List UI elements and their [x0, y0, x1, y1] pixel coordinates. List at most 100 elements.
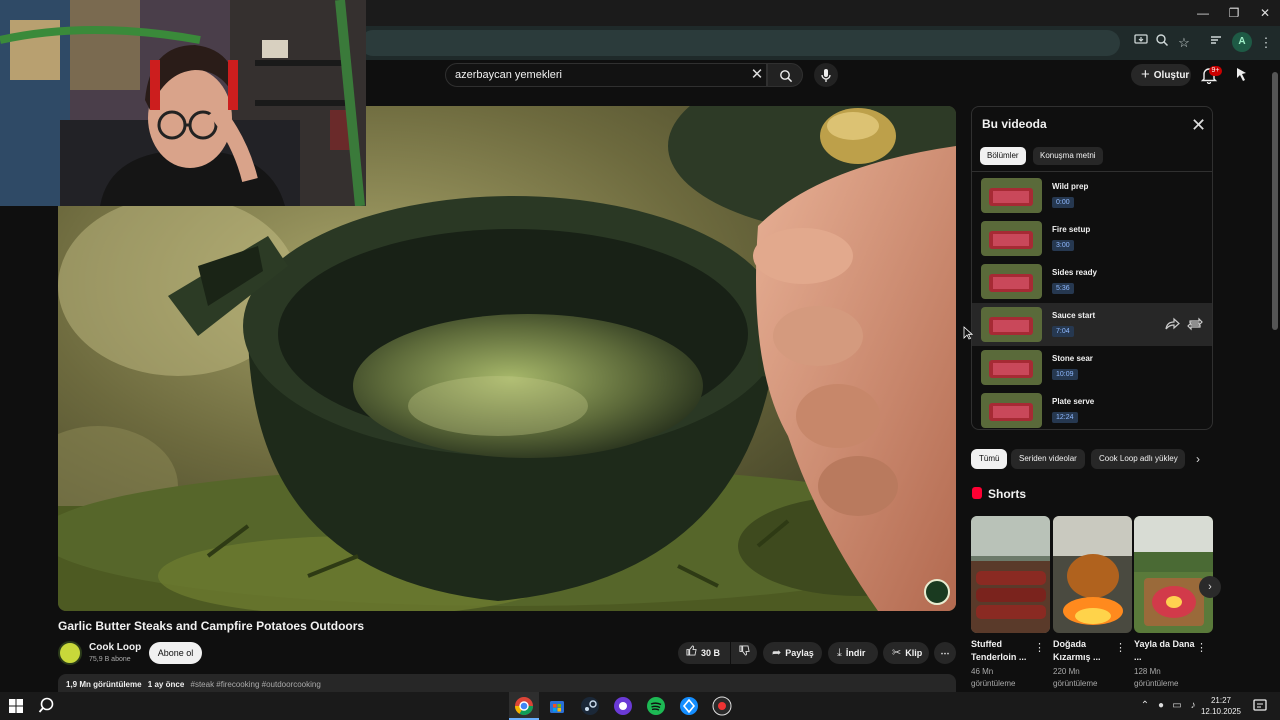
tray-microphone-icon[interactable]: ● — [1155, 700, 1167, 712]
channel-avatar[interactable] — [58, 641, 82, 665]
short-more-icon[interactable]: ⋮ — [1034, 642, 1045, 654]
description-box[interactable]: 1,9 Mn görüntüleme 1 ay önce #steak #fir… — [58, 674, 956, 694]
battlenet-icon[interactable] — [679, 696, 699, 716]
notification-center-icon[interactable] — [1252, 698, 1268, 714]
channel-watermark-icon[interactable] — [924, 579, 950, 605]
mouse-cursor-icon — [963, 326, 973, 340]
bookmark-star-icon[interactable]: ☆ — [1174, 33, 1194, 53]
dislike-button[interactable] — [731, 642, 757, 664]
tray-network-icon[interactable]: ▭ — [1171, 700, 1183, 712]
install-app-icon[interactable] — [1131, 33, 1151, 53]
short-thumbnail[interactable] — [971, 516, 1050, 633]
short-views: 220 Mn görüntüleme — [1053, 667, 1098, 688]
share-chapter-icon[interactable] — [1164, 317, 1180, 331]
short-title[interactable]: Yayla da Dana ... — [1134, 638, 1196, 664]
more-icon: ⋯ — [940, 648, 950, 658]
taskbar-search-icon[interactable] — [38, 696, 58, 716]
restore-button[interactable]: ❐ — [1219, 3, 1249, 23]
share-button[interactable]: ➦ Paylaş — [763, 642, 822, 664]
chevron-right-icon[interactable]: › — [1190, 449, 1206, 469]
chapter-timestamp[interactable]: 3:00 — [1052, 240, 1074, 251]
scrollbar-thumb[interactable] — [1272, 72, 1278, 330]
short-title[interactable]: Stuffed Tenderloin ... — [971, 638, 1033, 664]
chapter-thumbnail — [981, 393, 1042, 428]
chapter-timestamp[interactable]: 10:09 — [1052, 369, 1078, 380]
thumbs-up-icon — [686, 642, 697, 664]
chapter-item[interactable]: Wild prep 0:00 — [972, 174, 1212, 217]
chapter-title: Fire setup — [1052, 225, 1091, 234]
chapter-title: Sides ready — [1052, 268, 1097, 277]
account-icon[interactable] — [1234, 66, 1250, 82]
chapter-thumbnail — [981, 221, 1042, 256]
chapter-timestamp[interactable]: 5:36 — [1052, 283, 1074, 294]
chip-all[interactable]: Tümü — [971, 449, 1008, 469]
short-thumbnail[interactable] — [1053, 516, 1132, 633]
short-title[interactable]: Doğada Kızarmış ... — [1053, 638, 1115, 664]
address-bar[interactable] — [360, 30, 1120, 56]
chip-series[interactable]: Seriden videolar — [1011, 449, 1085, 469]
thumbs-down-icon — [738, 642, 750, 664]
hashtags[interactable]: #steak #firecooking #outdoorcooking — [191, 680, 321, 689]
chrome-icon[interactable] — [514, 696, 534, 716]
minimize-button[interactable]: — — [1188, 3, 1218, 23]
clear-search-icon[interactable]: ✕ — [748, 65, 766, 85]
scissors-icon: ✂ — [892, 647, 902, 659]
chapters-panel: Bu videoda ✕ Bölümler Konuşma metni Wild… — [971, 106, 1213, 430]
like-count: 30 B — [701, 648, 721, 658]
subscribe-button[interactable]: Abone ol — [149, 642, 202, 664]
taskbar — [0, 692, 1280, 720]
browser-menu-icon[interactable]: ⋮ — [1256, 33, 1276, 53]
share-label: Paylaş — [785, 648, 814, 658]
chapter-thumbnail — [981, 178, 1042, 213]
chapter-title: Stone sear — [1052, 354, 1093, 363]
loop-chapter-icon[interactable] — [1187, 317, 1203, 331]
close-panel-icon[interactable]: ✕ — [1191, 116, 1206, 134]
tray-overflow-icon[interactable]: ⌃ — [1139, 700, 1151, 712]
screen: — ❐ ✕ ☆ ⋮ A azerbaycan yemekleri ✕ + Oluş… — [0, 0, 1280, 720]
short-more-icon[interactable]: ⋮ — [1115, 642, 1126, 654]
microsoft-store-icon[interactable] — [547, 696, 567, 716]
channel-name[interactable]: Cook Loop — [89, 642, 141, 653]
download-button[interactable]: ⤓ İndir — [828, 642, 878, 664]
chapter-timestamp[interactable]: 0:00 — [1052, 197, 1074, 208]
clock-date: 12.10.2025 — [1200, 707, 1242, 716]
search-input[interactable]: azerbaycan yemekleri — [445, 63, 767, 87]
chapter-item[interactable]: Plate serve 12:24 — [972, 389, 1212, 429]
voice-search-button[interactable] — [814, 63, 838, 87]
short-views: 46 Mn görüntüleme — [971, 667, 1016, 688]
chip-channel-uploads[interactable]: Cook Loop adlı yükley — [1091, 449, 1185, 469]
spotify-icon[interactable] — [646, 696, 666, 716]
short-thumbnail[interactable] — [1134, 516, 1213, 633]
chapter-item[interactable]: Fire setup 3:00 — [972, 217, 1212, 260]
recording-app-icon[interactable] — [712, 696, 732, 716]
steam-icon[interactable] — [580, 696, 600, 716]
search-icon — [780, 70, 793, 83]
tab-chapters[interactable]: Bölümler — [980, 147, 1026, 165]
chapter-thumbnail — [981, 350, 1042, 385]
windows-start-icon[interactable] — [7, 697, 25, 715]
chapter-item[interactable]: Sides ready 5:36 — [972, 260, 1212, 303]
reading-list-icon[interactable] — [1206, 33, 1226, 53]
profile-avatar[interactable]: A — [1232, 32, 1252, 52]
close-window-button[interactable]: ✕ — [1250, 3, 1280, 23]
shorts-next-icon[interactable]: › — [1199, 576, 1221, 598]
chapter-list: Wild prep 0:00 Fire setup 3:00 Sides rea… — [972, 171, 1212, 429]
microphone-icon — [821, 69, 831, 82]
taskbar-clock[interactable]: 21:27 12.10.2025 — [1196, 695, 1246, 717]
chapter-item[interactable]: Stone sear 10:09 — [972, 346, 1212, 389]
chapter-timestamp[interactable]: 7:04 — [1052, 326, 1074, 337]
like-button[interactable]: 30 B — [678, 642, 730, 664]
tab-transcript[interactable]: Konuşma metni — [1033, 147, 1103, 165]
clip-button[interactable]: ✂ Klip — [883, 642, 929, 664]
page-scrollbar[interactable] — [1270, 60, 1280, 692]
search-button[interactable] — [767, 63, 803, 87]
more-actions-button[interactable]: ⋯ — [934, 642, 956, 664]
create-button[interactable]: + Oluştur — [1131, 64, 1191, 86]
zoom-icon[interactable] — [1152, 33, 1172, 53]
chapter-timestamp[interactable]: 12:24 — [1052, 412, 1078, 423]
chapter-title: Plate serve — [1052, 397, 1095, 406]
chapter-item-active[interactable]: Sauce start 7:04 — [972, 303, 1212, 346]
short-more-icon[interactable]: ⋮ — [1196, 642, 1207, 654]
app-icon[interactable] — [613, 696, 633, 716]
clock-time: 21:27 — [1210, 696, 1232, 705]
